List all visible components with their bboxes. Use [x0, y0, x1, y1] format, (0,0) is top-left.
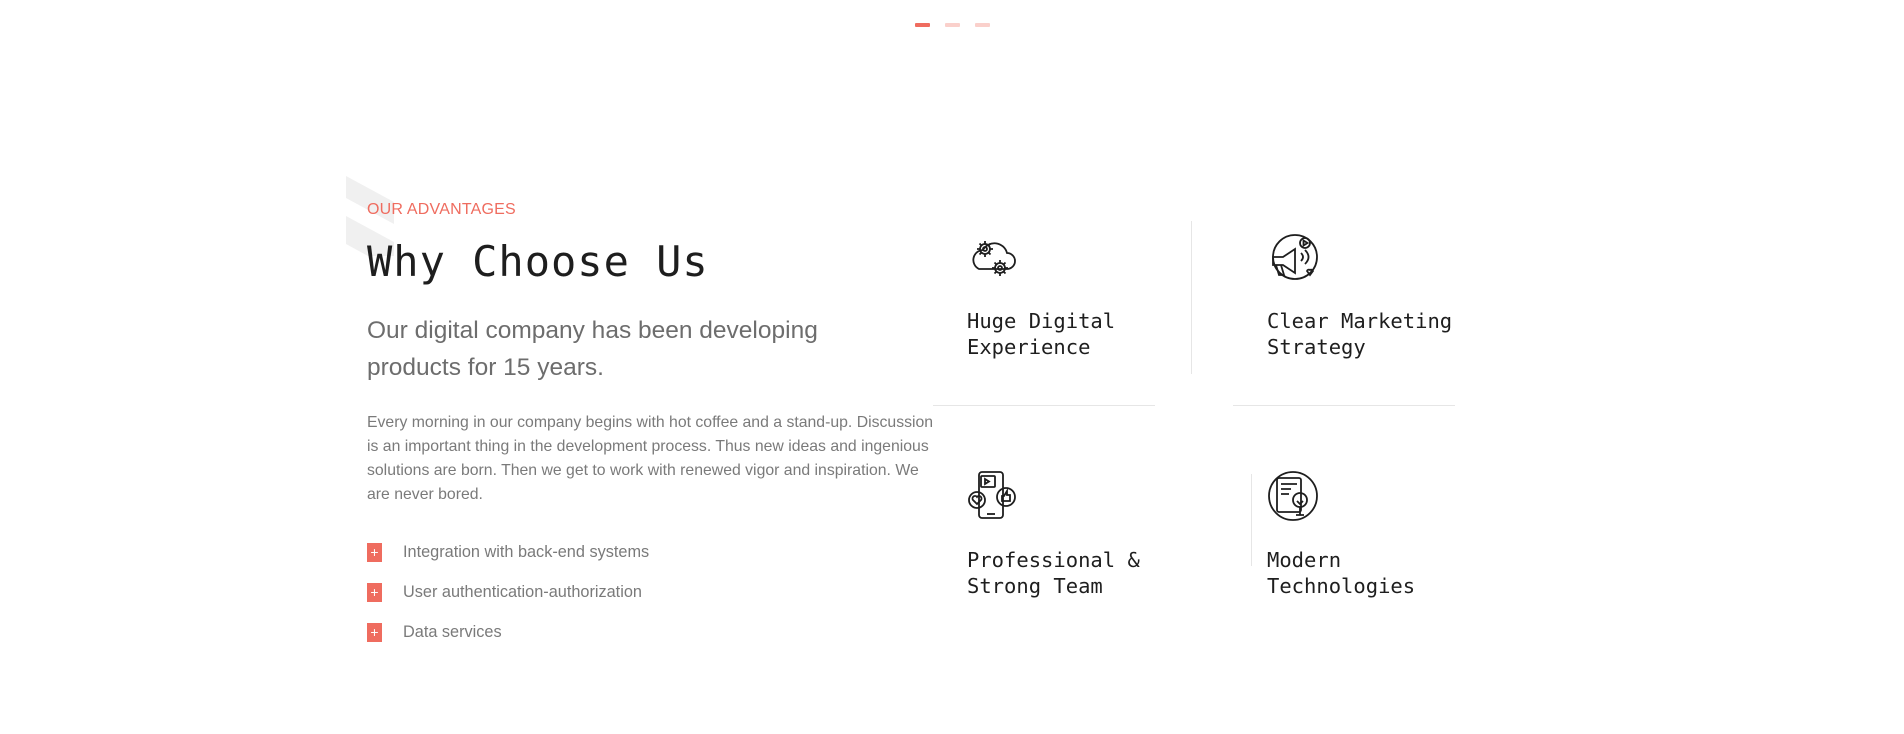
- advantage-card: Modern Technologies: [1267, 470, 1415, 599]
- grid-divider-horizontal-left: [933, 405, 1155, 406]
- feature-label: Data services: [403, 622, 502, 641]
- section-eyebrow: OUR ADVANTAGES: [367, 201, 516, 218]
- slider-dot-3[interactable]: [975, 23, 990, 27]
- advantage-card: Professional & Strong Team: [967, 470, 1140, 599]
- feature-label: Integration with back-end systems: [403, 542, 650, 561]
- advantage-title: Clear Marketing Strategy: [1267, 309, 1453, 359]
- marketing-megaphone-icon: [1272, 234, 1318, 280]
- advantage-card: Clear Marketing Strategy: [1267, 231, 1452, 360]
- advantage-card: Huge Digital Experience: [967, 231, 1115, 360]
- section-lead: Our digital company has been developing …: [367, 317, 818, 381]
- feature-item: + Integration with back-end systems: [367, 532, 649, 572]
- page: OUR ADVANTAGES Why Choose Us Our digital…: [0, 0, 1904, 734]
- grid-divider-vertical-bottom: [1251, 474, 1252, 566]
- feature-list: + Integration with back-end systems + Us…: [367, 532, 649, 652]
- section-body: Every morning in our company begins with…: [367, 414, 934, 503]
- feature-label: User authentication-authorization: [403, 582, 642, 601]
- mobile-social-icon: [968, 471, 1016, 519]
- plus-icon: +: [367, 542, 382, 562]
- tech-tree-device-icon: [1268, 471, 1318, 521]
- feature-item: + Data services: [367, 612, 649, 652]
- slider-pagination: [915, 23, 990, 27]
- advantage-title: Modern Technologies: [1267, 548, 1416, 598]
- feature-item: + User authentication-authorization: [367, 572, 649, 612]
- slider-dot-2[interactable]: [945, 23, 960, 27]
- advantage-title: Huge Digital Experience: [967, 309, 1116, 359]
- plus-icon: +: [367, 622, 382, 642]
- slider-dot-1[interactable]: [915, 23, 930, 27]
- plus-icon: +: [367, 582, 382, 602]
- advantage-title: Professional & Strong Team: [967, 548, 1140, 598]
- gears-cloud-icon: [972, 241, 1016, 276]
- grid-divider-vertical-top: [1191, 221, 1192, 374]
- section-title: Why Choose Us: [367, 237, 709, 286]
- grid-divider-horizontal-right: [1233, 405, 1455, 406]
